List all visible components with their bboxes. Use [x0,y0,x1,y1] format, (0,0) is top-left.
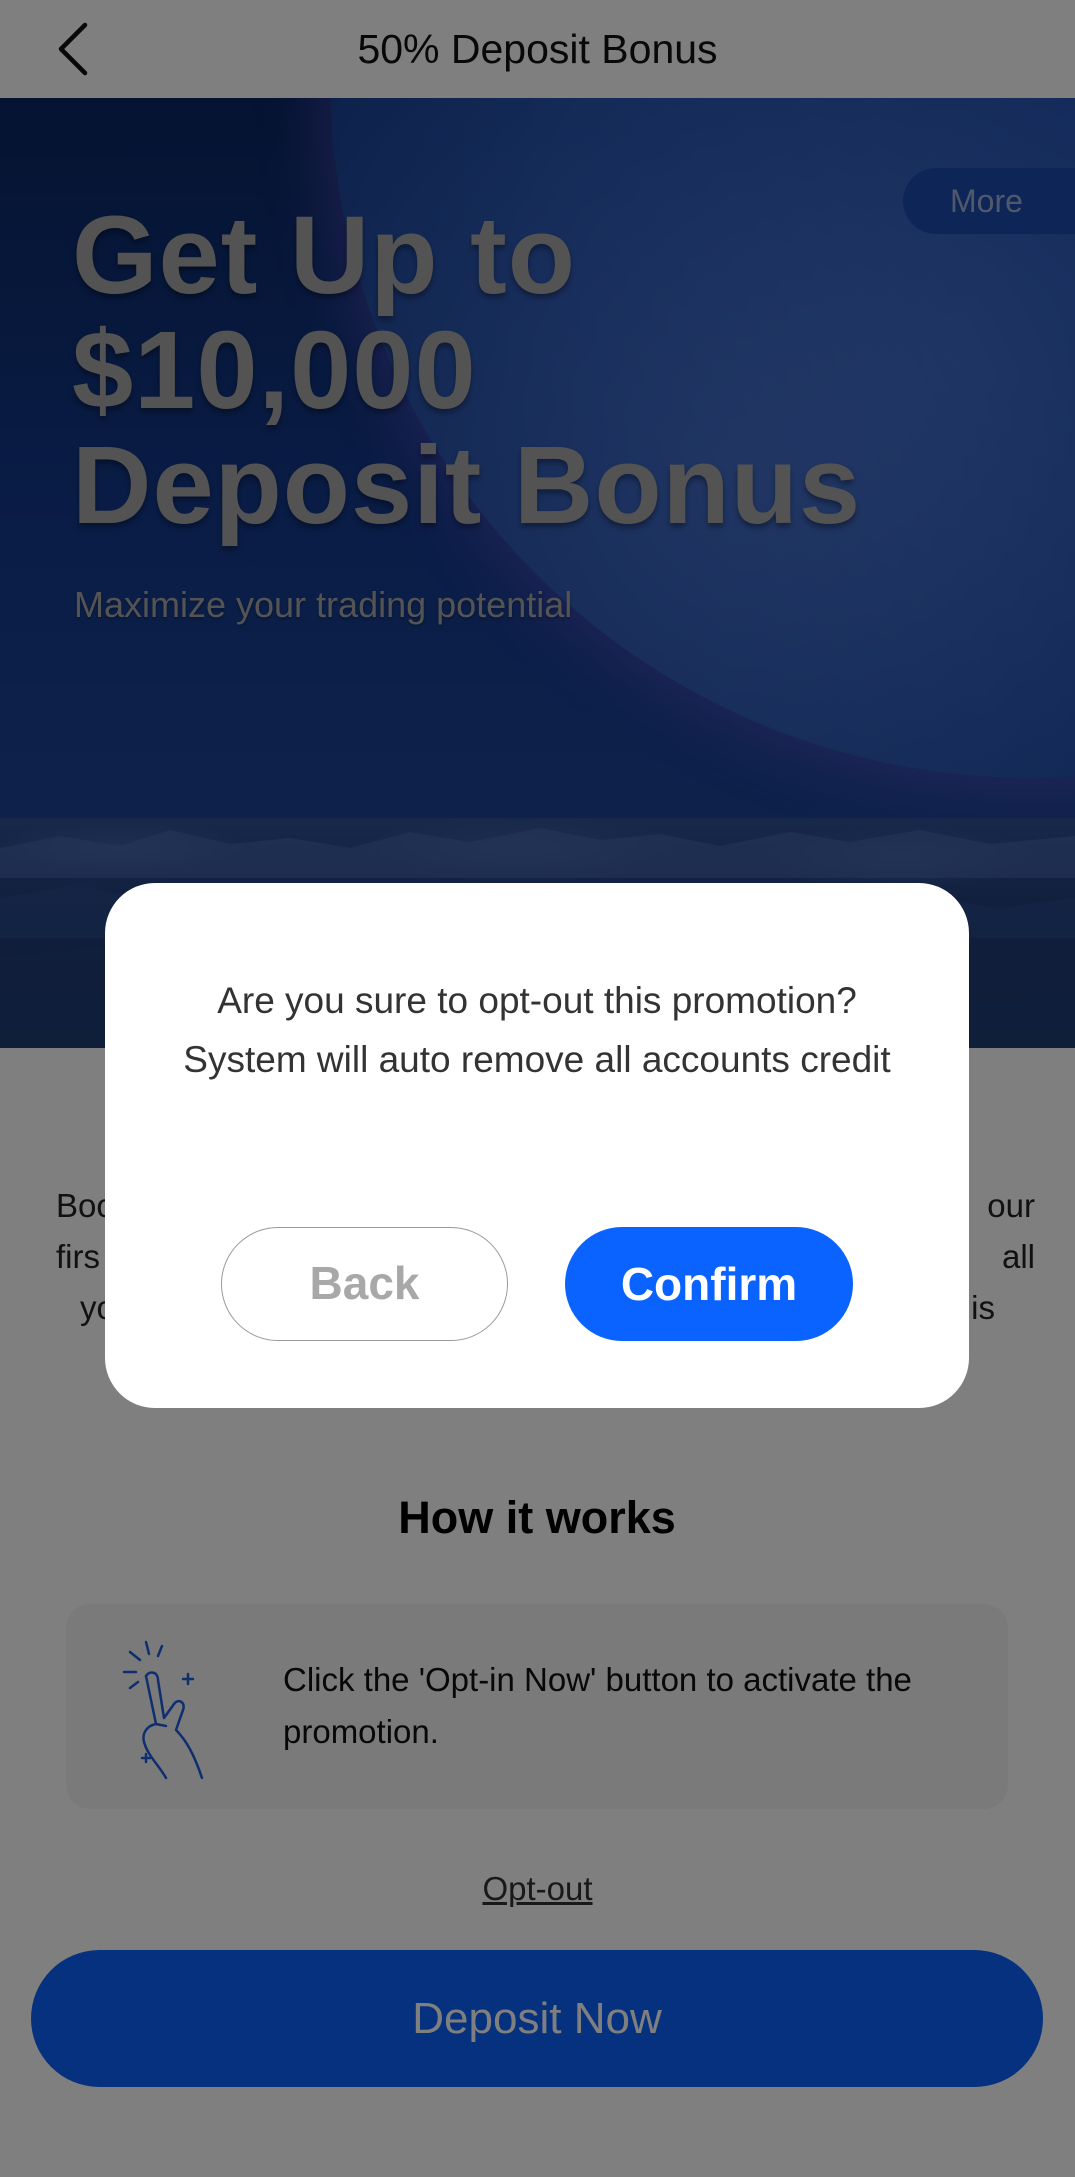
dialog-message: Are you sure to opt-out this promotion? … [183,980,891,1080]
dialog-confirm-button[interactable]: Confirm [565,1227,853,1341]
opt-out-confirm-dialog: Are you sure to opt-out this promotion? … [105,883,969,1408]
dialog-back-button[interactable]: Back [221,1227,508,1341]
